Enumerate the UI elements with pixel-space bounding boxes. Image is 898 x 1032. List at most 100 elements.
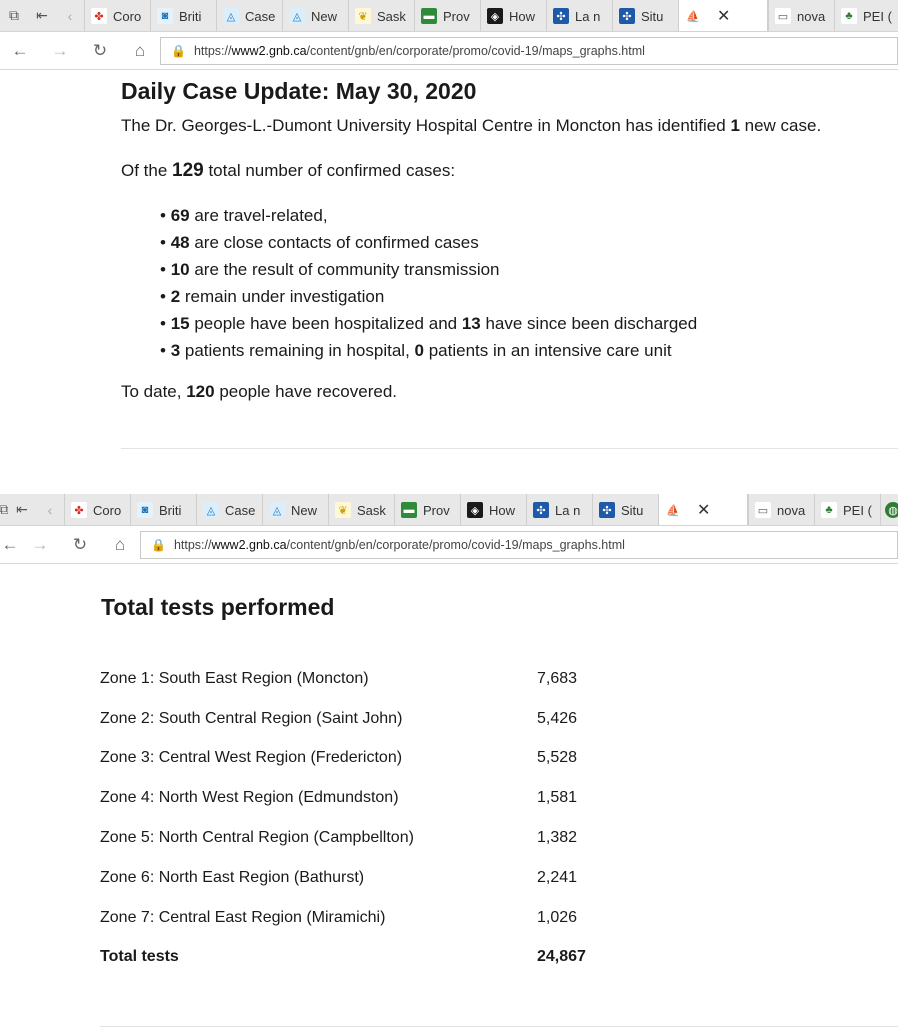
browser-tab[interactable]: ◬ New xyxy=(282,0,348,31)
close-icon[interactable]: ✕ xyxy=(717,6,730,26)
ontario-icon: ◈ xyxy=(467,502,483,518)
browser-tab[interactable]: ✣ La n xyxy=(546,0,612,31)
lock-icon: 🔒 xyxy=(171,43,186,58)
tab-label: Briti xyxy=(159,502,182,518)
zone-test-count: 2,241 xyxy=(537,869,578,886)
zone-test-count: 1,581 xyxy=(537,789,578,806)
tab-extra[interactable]: ◍ xyxy=(880,494,898,525)
sask-icon: ❦ xyxy=(355,8,371,24)
bullet-icon: • xyxy=(160,206,171,225)
browser-tab[interactable]: ✤ Coro xyxy=(84,0,150,31)
zone-test-count: 5,528 xyxy=(537,749,578,766)
tab-actions-icon[interactable]: ⧉ xyxy=(0,494,8,525)
list-item: • 3 patients remaining in hospital, 0 pa… xyxy=(160,340,697,367)
browser-tab[interactable]: ▬ Prov xyxy=(394,494,460,525)
zone-test-count: 1,026 xyxy=(537,909,578,926)
browser-tab[interactable]: ✣ Situ xyxy=(592,494,658,525)
maple-leaf-icon: ✤ xyxy=(71,502,87,518)
tab-label: Situ xyxy=(641,8,664,24)
tab-label: PEI ( xyxy=(863,8,892,24)
manitoba-icon: ▬ xyxy=(421,8,437,24)
browser-tab[interactable]: ⛵ ✕ xyxy=(678,0,768,31)
total-tests-row: Total tests 24,867 xyxy=(100,948,620,972)
set-aside-tabs-icon[interactable]: ⇤ xyxy=(28,0,56,31)
page-title: Daily Case Update: May 30, 2020 xyxy=(121,78,477,104)
list-item: • 48 are close contacts of confirmed cas… xyxy=(160,232,697,259)
tab-label: How xyxy=(509,8,536,24)
tab-label: Prov xyxy=(423,502,450,518)
browser-tab[interactable]: ♣ PEI ( xyxy=(814,494,880,525)
forward-arrow-icon[interactable]: → xyxy=(20,535,60,555)
url-path: /content/gnb/en/corporate/promo/covid-19… xyxy=(306,43,645,58)
close-icon[interactable]: ✕ xyxy=(697,500,710,520)
browser-tab[interactable]: ◙ Briti xyxy=(130,494,196,525)
tab-actions-icon[interactable]: ⧉ xyxy=(0,0,28,31)
chevron-left-icon[interactable]: ‹ xyxy=(56,0,84,31)
zone-test-count: 1,382 xyxy=(537,829,578,846)
chevron-left-icon[interactable]: ‹ xyxy=(36,494,64,525)
home-icon[interactable]: ⌂ xyxy=(120,41,160,61)
browser-tab[interactable]: ▭ nova xyxy=(768,0,834,31)
browser-tab[interactable]: ✤ Coro xyxy=(64,494,130,525)
tab-strip: ⧉ ⇤ ‹ ✤ Coro ◙ Briti ◬ Case ◬ New ❦ Sask ▬ Prov ◈ How… xyxy=(0,494,898,526)
lock-icon: 🔒 xyxy=(151,537,166,552)
browser-tab[interactable]: ◙ Briti xyxy=(150,0,216,31)
set-aside-tabs-icon[interactable]: ⇤ xyxy=(8,494,36,525)
ontario-icon: ◈ xyxy=(487,8,503,24)
zone-name: Zone 6: North East Region (Bathurst) xyxy=(100,869,365,886)
total-text-end: total number of confirmed cases: xyxy=(203,161,456,180)
back-arrow-icon[interactable]: ← xyxy=(0,41,40,61)
url-input[interactable]: 🔒 https://www2.gnb.ca/content/gnb/en/cor… xyxy=(160,36,898,65)
home-icon[interactable]: ⌂ xyxy=(100,535,140,555)
stat-number: 2 xyxy=(170,287,181,306)
browser-tab[interactable]: ♣ PEI ( xyxy=(834,0,898,31)
url-scheme: https:// xyxy=(173,537,212,552)
browser-tab[interactable]: ◈ How xyxy=(460,494,526,525)
quebec-icon: ✣ xyxy=(553,8,569,24)
case-breakdown-list: • 69 are travel-related, • 48 are close c… xyxy=(160,205,697,367)
tab-label: nova xyxy=(797,8,826,24)
zone-name: Zone 2: South Central Region (Saint John… xyxy=(100,710,403,727)
browser-tab[interactable]: ▬ Prov xyxy=(414,0,480,31)
recovered-text-end: people have recovered. xyxy=(214,382,397,401)
sask-icon: ❦ xyxy=(335,502,351,518)
tab-label: PEI ( xyxy=(843,502,872,518)
tab-label: Sask xyxy=(357,502,386,518)
total-tests-value: 24,867 xyxy=(537,948,586,965)
divider xyxy=(121,448,898,449)
forward-arrow-icon[interactable]: → xyxy=(40,41,80,61)
back-arrow-icon[interactable]: ← xyxy=(0,535,20,555)
tab-label: How xyxy=(489,502,516,518)
browser-tab[interactable]: ▭ nova xyxy=(748,494,814,525)
refresh-icon[interactable]: ↻ xyxy=(80,41,120,61)
recovered-count: 120 xyxy=(186,382,215,401)
refresh-icon[interactable]: ↻ xyxy=(60,535,100,555)
alberta-icon: ◬ xyxy=(269,502,285,518)
address-bar-row: ← → ↻ ⌂ 🔒 https://www2.gnb.ca/content/gn… xyxy=(0,32,898,70)
list-item: • 2 remain under investigation xyxy=(160,286,697,313)
browser-tab[interactable]: ❦ Sask xyxy=(348,0,414,31)
stat-text: patients in an intensive care unit xyxy=(423,341,672,360)
new-case-count: 1 xyxy=(730,116,740,135)
bullet-icon: • xyxy=(160,341,171,360)
table-row: Zone 3: Central West Region (Fredericton… xyxy=(100,749,620,773)
browser-tab[interactable]: ✣ Situ xyxy=(612,0,678,31)
recovered-paragraph: To date, 120 people have recovered. xyxy=(121,382,397,402)
alberta-icon: ◬ xyxy=(203,502,219,518)
tab-label: Situ xyxy=(621,502,644,518)
browser-tab[interactable]: ◈ How xyxy=(480,0,546,31)
browser-tab[interactable]: ⛵ ✕ xyxy=(658,494,748,525)
browser-tab[interactable]: ◬ Case xyxy=(216,0,282,31)
total-tests-section: Total tests performed Zone 1: South East… xyxy=(0,570,898,1032)
intro-text-end: new case. xyxy=(739,116,822,135)
bullet-icon: • xyxy=(160,260,171,279)
browser-tab[interactable]: ◬ New xyxy=(262,494,328,525)
url-input[interactable]: 🔒 https://www2.gnb.ca/content/gnb/en/cor… xyxy=(140,530,898,559)
pei-icon: ♣ xyxy=(841,8,857,24)
browser-tab[interactable]: ✣ La n xyxy=(526,494,592,525)
browser-tab[interactable]: ❦ Sask xyxy=(328,494,394,525)
table-row: Zone 6: North East Region (Bathurst) 2,24… xyxy=(100,869,620,893)
browser-tab[interactable]: ◬ Case xyxy=(196,494,262,525)
total-cases-paragraph: Of the 129 total number of confirmed cas… xyxy=(121,160,455,182)
url-path: /content/gnb/en/corporate/promo/covid-19… xyxy=(286,537,625,552)
